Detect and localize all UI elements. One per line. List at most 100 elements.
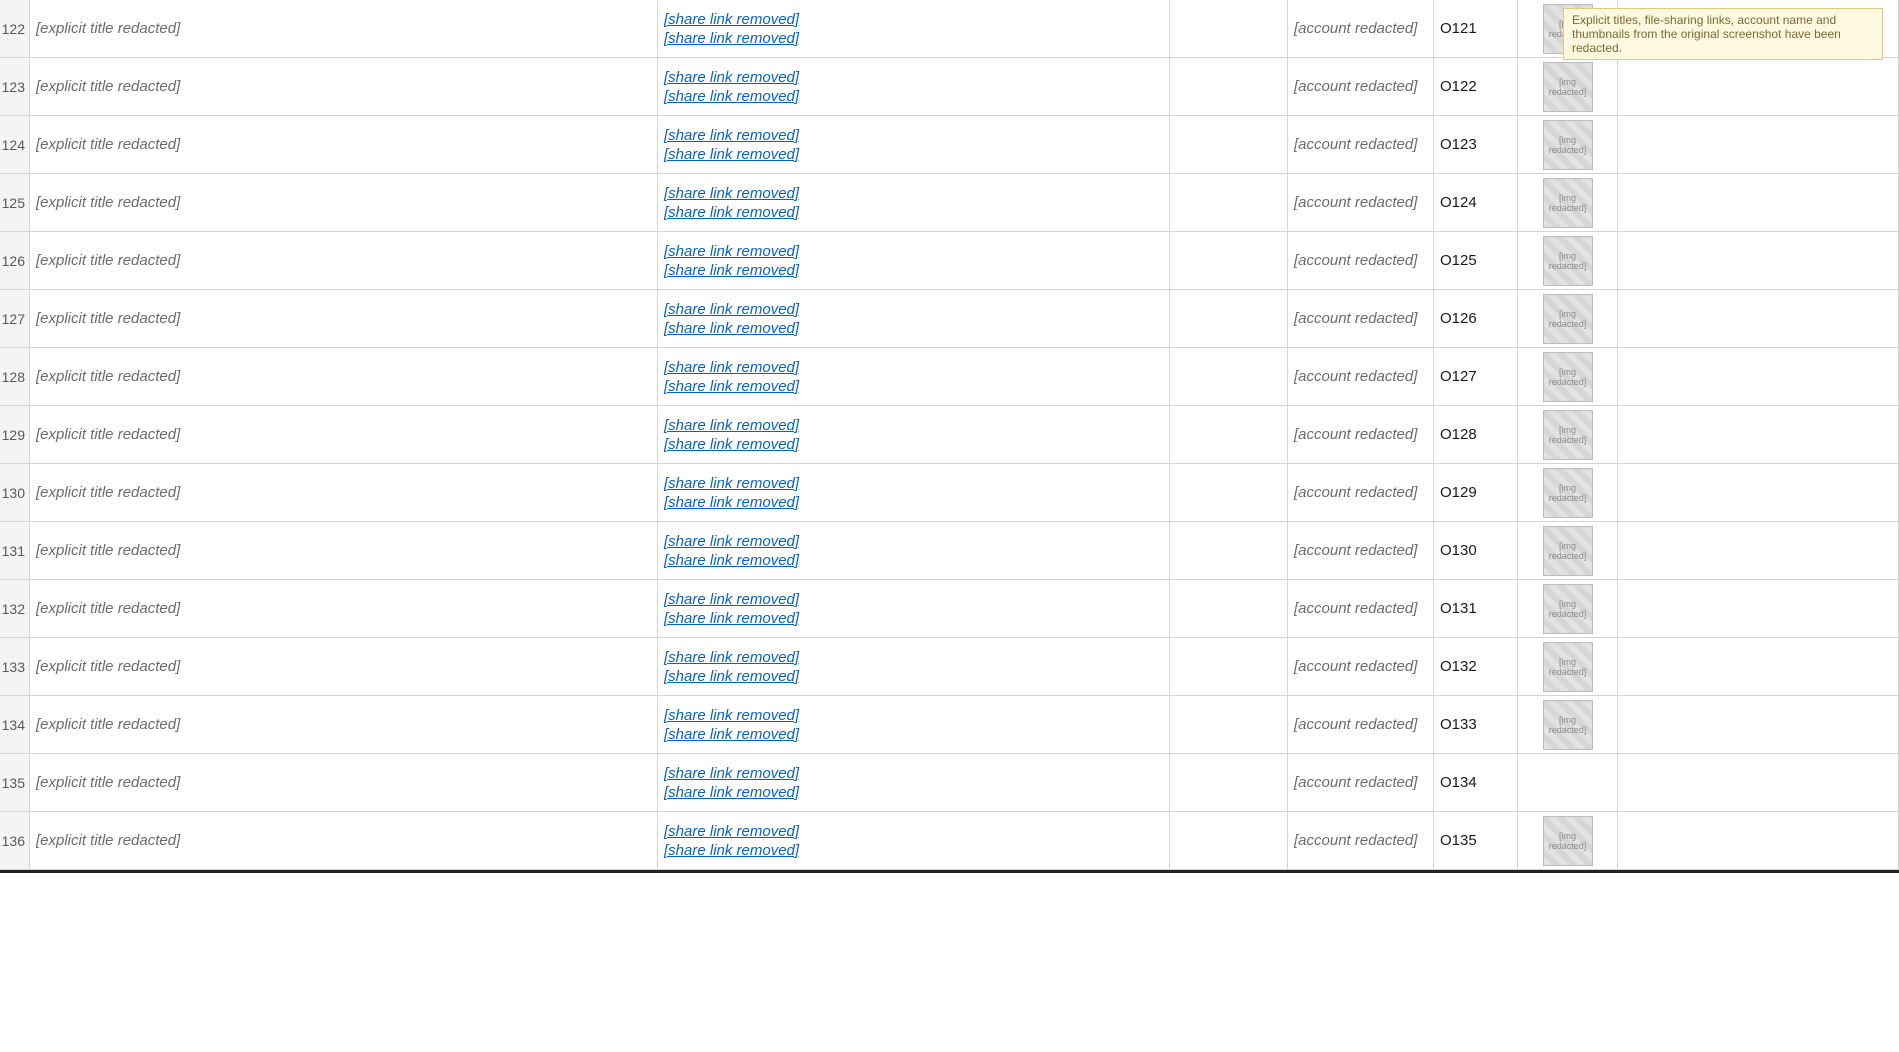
share-link-2[interactable]: [share link removed] [664, 262, 799, 279]
share-link-2[interactable]: [share link removed] [664, 610, 799, 627]
title-cell[interactable]: [explicit title redacted] [30, 696, 658, 753]
share-link-2[interactable]: [share link removed] [664, 204, 799, 221]
empty-cell[interactable] [1170, 754, 1288, 811]
poster-cell[interactable]: [account redacted] [1288, 754, 1434, 811]
row-number[interactable]: 128 [0, 348, 30, 405]
trailing-cell[interactable] [1618, 696, 1899, 753]
trailing-cell[interactable] [1618, 580, 1899, 637]
thumbnail-cell[interactable]: [img redacted] [1518, 812, 1618, 869]
empty-cell[interactable] [1170, 290, 1288, 347]
thumbnail-cell[interactable]: [img redacted] [1518, 406, 1618, 463]
share-link-1[interactable]: [share link removed] [664, 11, 799, 28]
code-cell[interactable]: O132 [1434, 638, 1518, 695]
trailing-cell[interactable] [1618, 406, 1899, 463]
thumbnail-cell[interactable] [1518, 754, 1618, 811]
code-cell[interactable]: O129 [1434, 464, 1518, 521]
share-link-2[interactable]: [share link removed] [664, 668, 799, 685]
poster-cell[interactable]: [account redacted] [1288, 116, 1434, 173]
trailing-cell[interactable] [1618, 116, 1899, 173]
code-cell[interactable]: O123 [1434, 116, 1518, 173]
row-number[interactable]: 136 [0, 812, 30, 869]
poster-cell[interactable]: [account redacted] [1288, 406, 1434, 463]
row-number[interactable]: 130 [0, 464, 30, 521]
empty-cell[interactable] [1170, 116, 1288, 173]
empty-cell[interactable] [1170, 348, 1288, 405]
poster-cell[interactable]: [account redacted] [1288, 290, 1434, 347]
row-number[interactable]: 135 [0, 754, 30, 811]
empty-cell[interactable] [1170, 638, 1288, 695]
empty-cell[interactable] [1170, 232, 1288, 289]
share-link-1[interactable]: [share link removed] [664, 591, 799, 608]
thumbnail-cell[interactable]: [img redacted] [1518, 696, 1618, 753]
row-number[interactable]: 125 [0, 174, 30, 231]
code-cell[interactable]: O124 [1434, 174, 1518, 231]
code-cell[interactable]: O128 [1434, 406, 1518, 463]
trailing-cell[interactable] [1618, 754, 1899, 811]
share-link-2[interactable]: [share link removed] [664, 842, 799, 859]
share-link-2[interactable]: [share link removed] [664, 88, 799, 105]
share-link-2[interactable]: [share link removed] [664, 30, 799, 47]
title-cell[interactable]: [explicit title redacted] [30, 348, 658, 405]
trailing-cell[interactable] [1618, 638, 1899, 695]
thumbnail-cell[interactable]: [img redacted] [1518, 580, 1618, 637]
row-number[interactable]: 132 [0, 580, 30, 637]
trailing-cell[interactable] [1618, 348, 1899, 405]
poster-cell[interactable]: [account redacted] [1288, 58, 1434, 115]
row-number[interactable]: 133 [0, 638, 30, 695]
poster-cell[interactable]: [account redacted] [1288, 638, 1434, 695]
title-cell[interactable]: [explicit title redacted] [30, 174, 658, 231]
title-cell[interactable]: [explicit title redacted] [30, 638, 658, 695]
row-number[interactable]: 122 [0, 0, 30, 57]
title-cell[interactable]: [explicit title redacted] [30, 0, 658, 57]
code-cell[interactable]: O121 [1434, 0, 1518, 57]
thumbnail-cell[interactable]: [img redacted] [1518, 232, 1618, 289]
thumbnail-cell[interactable]: [img redacted] [1518, 174, 1618, 231]
share-link-1[interactable]: [share link removed] [664, 127, 799, 144]
row-number[interactable]: 127 [0, 290, 30, 347]
share-link-1[interactable]: [share link removed] [664, 707, 799, 724]
trailing-cell[interactable] [1618, 812, 1899, 869]
empty-cell[interactable] [1170, 58, 1288, 115]
poster-cell[interactable]: [account redacted] [1288, 464, 1434, 521]
empty-cell[interactable] [1170, 0, 1288, 57]
title-cell[interactable]: [explicit title redacted] [30, 290, 658, 347]
share-link-2[interactable]: [share link removed] [664, 552, 799, 569]
code-cell[interactable]: O134 [1434, 754, 1518, 811]
code-cell[interactable]: O122 [1434, 58, 1518, 115]
code-cell[interactable]: O135 [1434, 812, 1518, 869]
poster-cell[interactable]: [account redacted] [1288, 580, 1434, 637]
thumbnail-cell[interactable]: [img redacted] [1518, 290, 1618, 347]
empty-cell[interactable] [1170, 580, 1288, 637]
share-link-1[interactable]: [share link removed] [664, 243, 799, 260]
code-cell[interactable]: O133 [1434, 696, 1518, 753]
trailing-cell[interactable] [1618, 232, 1899, 289]
poster-cell[interactable]: [account redacted] [1288, 232, 1434, 289]
code-cell[interactable]: O126 [1434, 290, 1518, 347]
title-cell[interactable]: [explicit title redacted] [30, 812, 658, 869]
share-link-1[interactable]: [share link removed] [664, 301, 799, 318]
thumbnail-cell[interactable]: [img redacted] [1518, 348, 1618, 405]
title-cell[interactable]: [explicit title redacted] [30, 522, 658, 579]
code-cell[interactable]: O130 [1434, 522, 1518, 579]
empty-cell[interactable] [1170, 174, 1288, 231]
share-link-2[interactable]: [share link removed] [664, 726, 799, 743]
row-number[interactable]: 123 [0, 58, 30, 115]
empty-cell[interactable] [1170, 464, 1288, 521]
title-cell[interactable]: [explicit title redacted] [30, 232, 658, 289]
empty-cell[interactable] [1170, 696, 1288, 753]
share-link-2[interactable]: [share link removed] [664, 436, 799, 453]
thumbnail-cell[interactable]: [img redacted] [1518, 116, 1618, 173]
trailing-cell[interactable] [1618, 290, 1899, 347]
title-cell[interactable]: [explicit title redacted] [30, 406, 658, 463]
share-link-2[interactable]: [share link removed] [664, 784, 799, 801]
poster-cell[interactable]: [account redacted] [1288, 0, 1434, 57]
row-number[interactable]: 124 [0, 116, 30, 173]
row-number[interactable]: 126 [0, 232, 30, 289]
share-link-1[interactable]: [share link removed] [664, 765, 799, 782]
poster-cell[interactable]: [account redacted] [1288, 174, 1434, 231]
poster-cell[interactable]: [account redacted] [1288, 522, 1434, 579]
thumbnail-cell[interactable]: [img redacted] [1518, 464, 1618, 521]
code-cell[interactable]: O131 [1434, 580, 1518, 637]
share-link-2[interactable]: [share link removed] [664, 320, 799, 337]
poster-cell[interactable]: [account redacted] [1288, 348, 1434, 405]
